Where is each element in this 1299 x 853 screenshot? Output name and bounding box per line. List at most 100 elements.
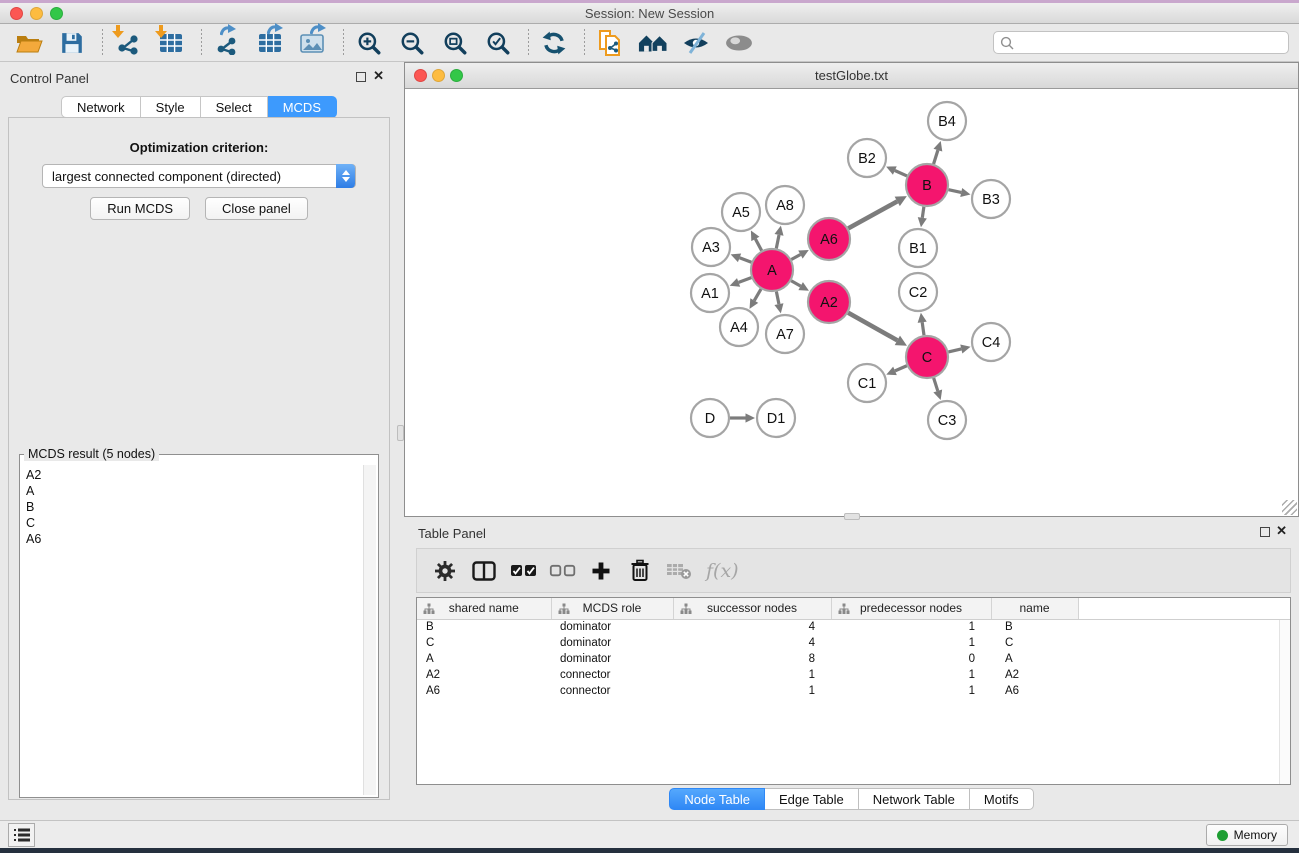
show-all-networks-button[interactable] — [638, 28, 668, 58]
column-header-successor-nodes[interactable]: successor nodes — [673, 598, 831, 619]
search-field[interactable] — [993, 31, 1289, 54]
zoom-view-icon[interactable] — [450, 69, 463, 82]
hide-details-button[interactable] — [681, 28, 711, 58]
table-cell[interactable]: C — [417, 635, 551, 651]
graph-edge-C-C4[interactable] — [948, 349, 961, 352]
network-canvas[interactable]: B4B2BB3A8A5A6A3B1AC2A1A2A4A7C4CC1DD1C3 — [405, 89, 1298, 516]
export-image-button[interactable] — [298, 28, 328, 58]
minimize-window-icon[interactable] — [30, 7, 43, 20]
close-view-icon[interactable] — [414, 69, 427, 82]
table-cell[interactable]: 4 — [673, 619, 831, 635]
deselect-all-button[interactable] — [548, 557, 576, 585]
table-cell[interactable]: 1 — [831, 635, 991, 651]
import-table-button[interactable] — [156, 28, 186, 58]
show-details-button[interactable] — [724, 28, 754, 58]
tab-node-table[interactable]: Node Table — [669, 788, 765, 810]
graph-edge-C-C3[interactable] — [934, 378, 938, 391]
table-cell[interactable]: A2 — [991, 667, 1078, 683]
search-input[interactable] — [1014, 33, 1288, 52]
import-network-button[interactable] — [113, 28, 143, 58]
table-cell[interactable]: 0 — [831, 651, 991, 667]
table-cell[interactable]: dominator — [551, 635, 673, 651]
float-panel-icon[interactable] — [1260, 527, 1270, 537]
column-header-mcds-role[interactable]: MCDS role — [551, 598, 673, 619]
table-scrollbar[interactable] — [1279, 620, 1290, 784]
table-cell[interactable]: dominator — [551, 619, 673, 635]
save-session-button[interactable] — [57, 28, 87, 58]
column-header-shared-name[interactable]: shared name — [417, 598, 551, 619]
graph-edge-B-B2[interactable] — [895, 171, 907, 176]
graph-edge-B-B4[interactable] — [934, 150, 938, 164]
optimization-dropdown[interactable]: largest connected component (directed) — [42, 164, 356, 188]
table-cell[interactable]: A6 — [417, 683, 551, 699]
zoom-selected-button[interactable] — [483, 28, 513, 58]
tab-mcds[interactable]: MCDS — [268, 96, 337, 118]
graph-edge-A6-B[interactable] — [848, 201, 897, 228]
table-cell[interactable]: 1 — [831, 667, 991, 683]
mcds-result-item[interactable]: C — [26, 515, 378, 531]
tab-motifs[interactable]: Motifs — [970, 788, 1034, 810]
memory-button[interactable]: Memory — [1206, 824, 1288, 846]
create-column-button[interactable] — [587, 557, 615, 585]
tab-style[interactable]: Style — [141, 96, 201, 118]
table-cell[interactable]: dominator — [551, 651, 673, 667]
float-panel-icon[interactable] — [356, 72, 366, 82]
zoom-fit-button[interactable] — [440, 28, 470, 58]
select-all-button[interactable] — [509, 557, 537, 585]
network-overview-button[interactable] — [595, 28, 625, 58]
task-history-button[interactable] — [8, 823, 35, 847]
graph-edge-C-C2[interactable] — [922, 322, 924, 335]
table-cell[interactable]: connector — [551, 683, 673, 699]
table-cell[interactable]: A6 — [991, 683, 1078, 699]
zoom-out-button[interactable] — [397, 28, 427, 58]
graph-edge-A-A3[interactable] — [740, 258, 752, 262]
table-cell[interactable]: 1 — [831, 619, 991, 635]
graph-edge-B-B3[interactable] — [948, 190, 961, 193]
table-row[interactable]: Cdominator41C — [417, 635, 1290, 651]
export-network-button[interactable] — [212, 28, 242, 58]
splitter-grip-horizontal[interactable] — [844, 513, 860, 520]
zoom-in-button[interactable] — [354, 28, 384, 58]
graph-edge-C-C1[interactable] — [895, 366, 907, 371]
tab-select[interactable]: Select — [201, 96, 268, 118]
table-cell[interactable]: connector — [551, 667, 673, 683]
table-cell[interactable]: 1 — [673, 683, 831, 699]
tab-network[interactable]: Network — [61, 96, 141, 118]
mcds-result-item[interactable]: A2 — [26, 467, 378, 483]
table-cell[interactable]: A — [417, 651, 551, 667]
table-row[interactable]: A2connector11A2 — [417, 667, 1290, 683]
mcds-result-item[interactable]: A — [26, 483, 378, 499]
mcds-result-item[interactable]: B — [26, 499, 378, 515]
column-header-predecessor-nodes[interactable]: predecessor nodes — [831, 598, 991, 619]
table-row[interactable]: A6connector11A6 — [417, 683, 1290, 699]
minimize-view-icon[interactable] — [432, 69, 445, 82]
table-cell[interactable]: C — [991, 635, 1078, 651]
table-cell[interactable]: B — [417, 619, 551, 635]
table-cell[interactable]: A — [991, 651, 1078, 667]
delete-column-button[interactable] — [626, 557, 654, 585]
splitter-grip-vertical[interactable] — [397, 425, 404, 441]
table-row[interactable]: Bdominator41B — [417, 619, 1290, 635]
table-cell[interactable]: 4 — [673, 635, 831, 651]
graph-edge-A-A7[interactable] — [776, 292, 779, 305]
zoom-window-icon[interactable] — [50, 7, 63, 20]
tab-network-table[interactable]: Network Table — [859, 788, 970, 810]
graph-edge-A-A1[interactable] — [739, 278, 752, 283]
dropdown-stepper-icon[interactable] — [336, 164, 355, 188]
open-session-button[interactable] — [14, 28, 44, 58]
table-cell[interactable]: 1 — [831, 683, 991, 699]
refresh-button[interactable] — [539, 28, 569, 58]
graph-edge-B-B1[interactable] — [922, 207, 924, 218]
close-panel-button[interactable]: Close panel — [205, 197, 308, 220]
mcds-scrollbar[interactable] — [363, 465, 376, 795]
graph-edge-A-A2[interactable] — [791, 281, 800, 286]
close-window-icon[interactable] — [10, 7, 23, 20]
table-settings-button[interactable] — [431, 557, 459, 585]
export-table-button[interactable] — [255, 28, 285, 58]
mcds-result-item[interactable]: A6 — [26, 531, 378, 547]
graph-edge-A-A4[interactable] — [754, 289, 761, 301]
close-panel-icon[interactable]: ✕ — [1276, 524, 1287, 538]
graph-edge-A-A8[interactable] — [776, 235, 779, 249]
network-window-titlebar[interactable]: testGlobe.txt — [405, 63, 1298, 89]
table-row[interactable]: Adominator80A — [417, 651, 1290, 667]
